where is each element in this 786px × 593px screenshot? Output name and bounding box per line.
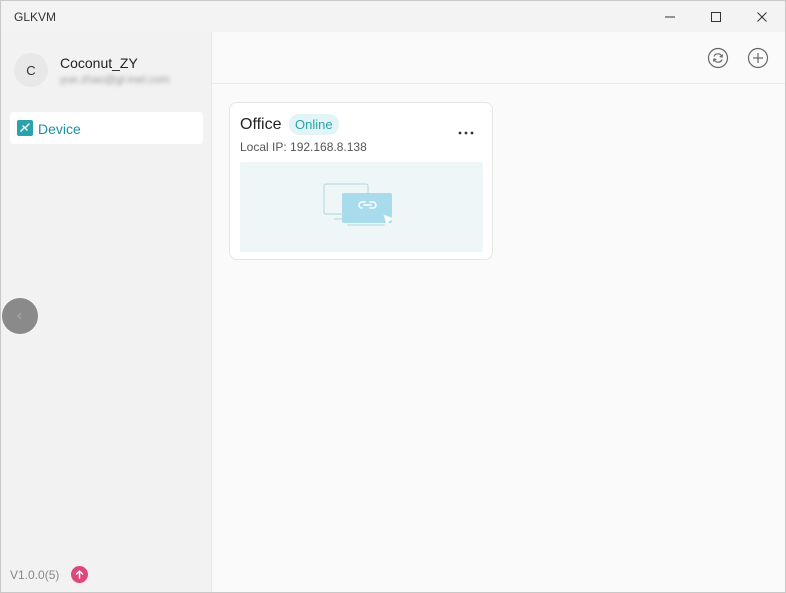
device-preview[interactable]	[240, 162, 483, 252]
toolbar	[212, 32, 785, 84]
device-icon	[17, 120, 33, 136]
minimize-button[interactable]	[647, 1, 693, 32]
status-badge: Online	[289, 114, 339, 135]
device-name: Office	[240, 116, 282, 133]
update-button[interactable]	[71, 566, 88, 583]
add-device-button[interactable]	[746, 46, 770, 70]
sidebar-item-device[interactable]: Device	[10, 112, 203, 144]
more-icon	[458, 131, 474, 135]
arrow-up-icon	[75, 569, 84, 579]
maximize-button[interactable]	[693, 1, 739, 32]
title-bar: GLKVM	[1, 1, 785, 32]
sidebar: C Coconut_ZY yue.zhao@gl-inet.com Device…	[1, 32, 212, 592]
device-card[interactable]: Office Online Local IP: 192.168.8.138	[229, 102, 493, 260]
app-title: GLKVM	[14, 10, 57, 24]
local-ip: Local IP: 192.168.8.138	[240, 140, 367, 154]
close-icon	[757, 11, 767, 22]
user-email: yue.zhao@gl-inet.com	[60, 74, 170, 86]
close-button[interactable]	[739, 1, 785, 32]
more-options-button[interactable]	[454, 123, 478, 143]
chevron-left-icon	[17, 312, 22, 320]
maximize-icon	[711, 11, 721, 22]
refresh-button[interactable]	[706, 46, 730, 70]
add-icon	[747, 47, 769, 69]
avatar[interactable]: C	[14, 53, 48, 87]
minimize-icon	[665, 16, 675, 17]
remote-connection-icon	[323, 183, 396, 228]
collapse-sidebar-button[interactable]	[2, 298, 38, 334]
version-label: V1.0.0(5)	[10, 568, 60, 582]
user-name: Coconut_ZY	[60, 55, 138, 71]
refresh-icon	[707, 47, 729, 69]
main-panel: Office Online Local IP: 192.168.8.138	[212, 32, 785, 592]
app-window: GLKVM C Coconut_ZY yue.zhao@gl-inet.com …	[0, 0, 786, 593]
sidebar-item-label: Device	[38, 121, 81, 137]
